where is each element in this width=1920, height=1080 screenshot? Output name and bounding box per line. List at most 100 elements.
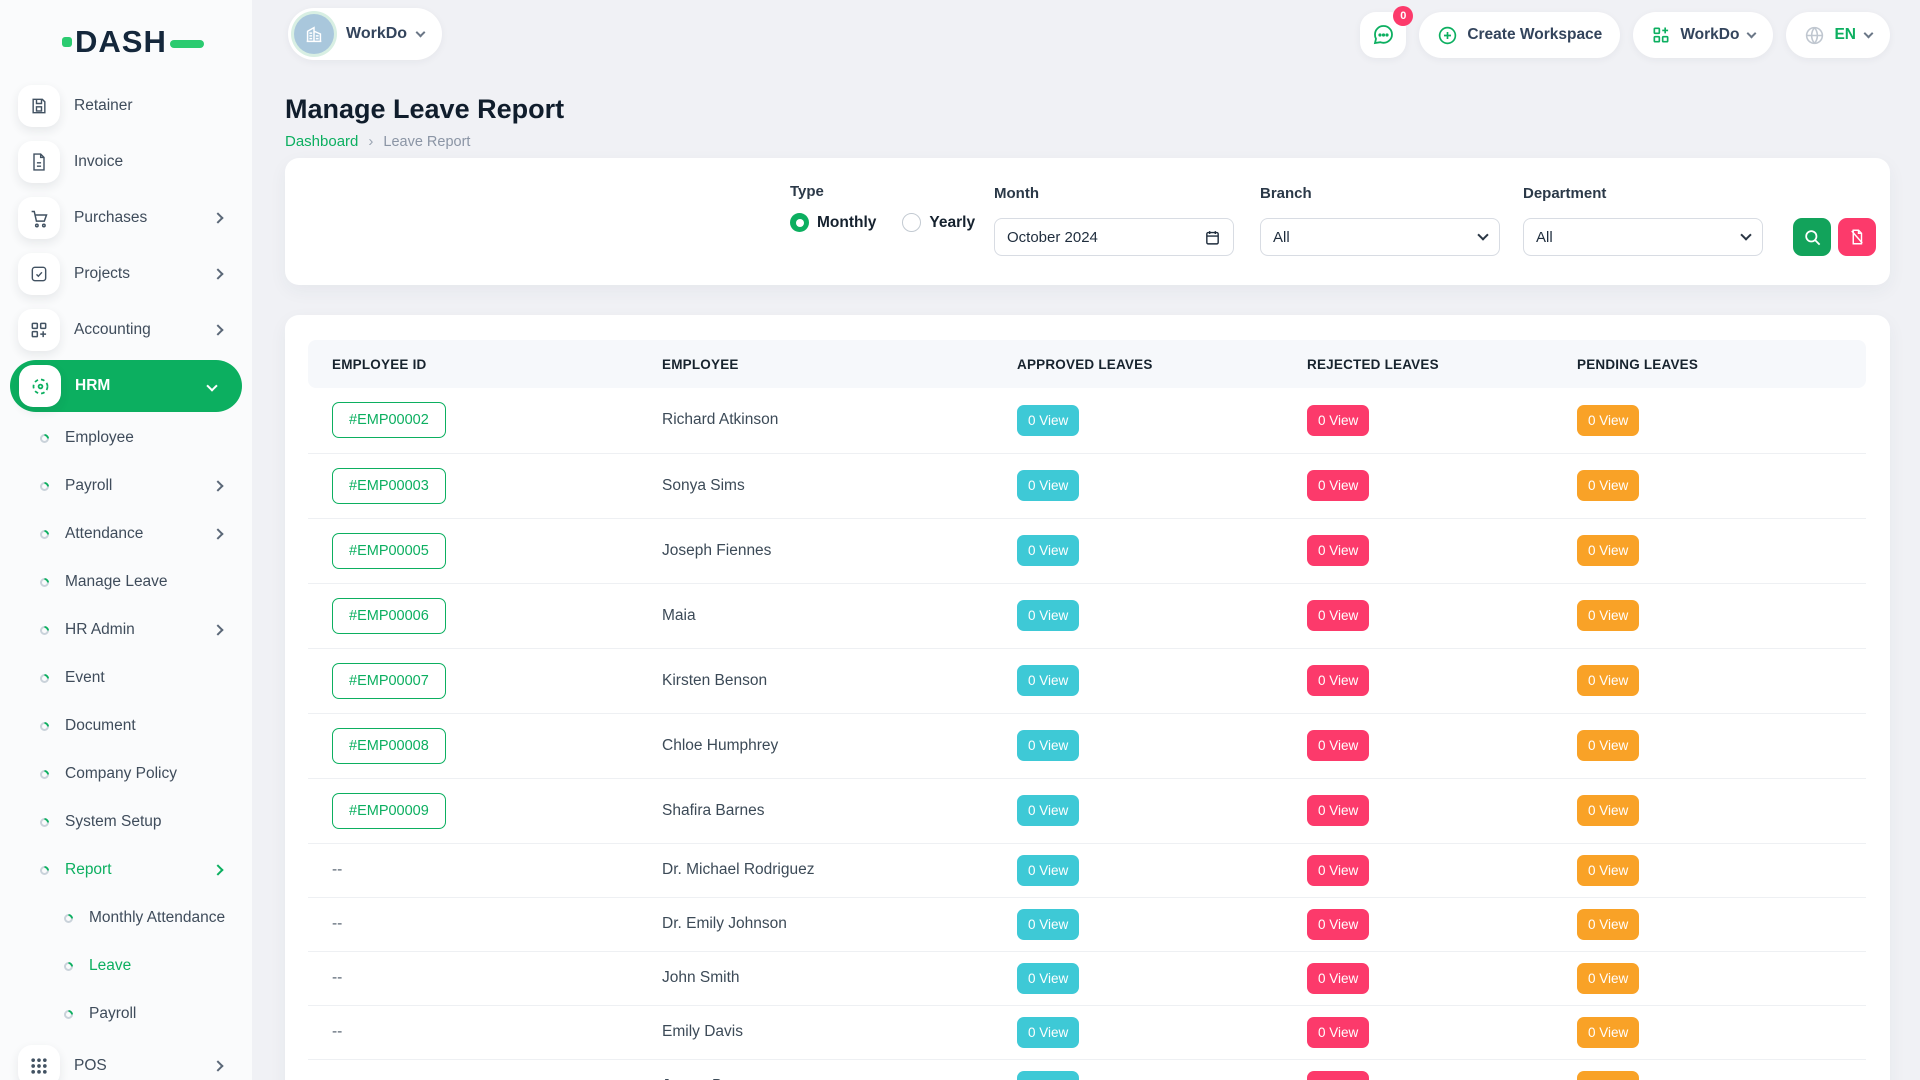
table-row: --Dr. Emily Johnson0 View0 View0 View bbox=[308, 897, 1866, 951]
pending-leaves-view-badge[interactable]: 0 View bbox=[1577, 963, 1639, 994]
table-row: #EMP00008Chloe Humphrey0 View0 View0 Vie… bbox=[308, 713, 1866, 778]
department-select[interactable]: All bbox=[1523, 218, 1763, 256]
employee-id-chip[interactable]: #EMP00005 bbox=[332, 533, 446, 569]
pending-leaves-view-badge[interactable]: 0 View bbox=[1577, 855, 1639, 886]
rejected-leaves-view-badge[interactable]: 0 View bbox=[1307, 909, 1369, 940]
sidebar-item-employee[interactable]: Employee bbox=[0, 414, 252, 462]
sidebar-item-report[interactable]: Report bbox=[0, 846, 252, 894]
pending-leaves-view-badge[interactable]: 0 View bbox=[1577, 909, 1639, 940]
rejected-leaves-view-badge[interactable]: 0 View bbox=[1307, 470, 1369, 501]
workdo-menu-button[interactable]: WorkDo bbox=[1633, 12, 1773, 58]
create-workspace-button[interactable]: Create Workspace bbox=[1419, 12, 1620, 58]
rejected-leaves-view-badge[interactable]: 0 View bbox=[1307, 535, 1369, 566]
approved-leaves-view-badge[interactable]: 0 View bbox=[1017, 1017, 1079, 1048]
sidebar-item-retainer[interactable]: Retainer bbox=[0, 78, 252, 134]
messages-button[interactable]: 0 bbox=[1360, 12, 1406, 58]
employee-id-chip[interactable]: #EMP00003 bbox=[332, 468, 446, 504]
brand-logo[interactable]: DASH bbox=[62, 24, 204, 60]
create-workspace-label: Create Workspace bbox=[1467, 26, 1602, 44]
branch-value: All bbox=[1273, 229, 1290, 246]
sidebar-item-event[interactable]: Event bbox=[0, 654, 252, 702]
employee-id-chip[interactable]: #EMP00002 bbox=[332, 402, 446, 438]
pending-leaves-view-badge[interactable]: 0 View bbox=[1577, 1017, 1639, 1048]
chevron-down-icon bbox=[1740, 229, 1751, 240]
sidebar-item-projects[interactable]: Projects bbox=[0, 246, 252, 302]
sidebar: DASH RetainerInvoice Purchases ProjectsAcc… bbox=[0, 0, 252, 1080]
sidebar-item-hr-admin[interactable]: HR Admin bbox=[0, 606, 252, 654]
sidebar-item-purchases[interactable]: Purchases bbox=[0, 190, 252, 246]
rejected-leaves-view-badge[interactable]: 0 View bbox=[1307, 600, 1369, 631]
monthly-radio[interactable]: Monthly bbox=[790, 213, 876, 232]
workspace-selector[interactable]: WorkDo bbox=[288, 8, 442, 60]
sidebar-item-monthly-attendance[interactable]: Monthly Attendance bbox=[0, 894, 252, 942]
workspace-label: WorkDo bbox=[346, 25, 407, 43]
pending-leaves-view-badge[interactable]: 0 View bbox=[1577, 730, 1639, 761]
approved-leaves-view-badge[interactable]: 0 View bbox=[1017, 730, 1079, 761]
sidebar-item-pos[interactable]: POS bbox=[0, 1038, 252, 1080]
approved-leaves-view-badge[interactable]: 0 View bbox=[1017, 405, 1079, 436]
sidebar-item-label: Document bbox=[65, 717, 136, 735]
approved-leaves-view-badge[interactable]: 0 View bbox=[1017, 855, 1079, 886]
sidebar-item-document[interactable]: Document bbox=[0, 702, 252, 750]
approved-leaves-view-badge[interactable]: 0 View bbox=[1017, 535, 1079, 566]
approved-leaves-view-badge[interactable]: 0 View bbox=[1017, 1071, 1079, 1080]
pending-leaves-view-badge[interactable]: 0 View bbox=[1577, 795, 1639, 826]
rejected-leaves-view-badge[interactable]: 0 View bbox=[1307, 855, 1369, 886]
chevron-down-icon bbox=[206, 380, 217, 391]
sidebar-item-system-setup[interactable]: System Setup bbox=[0, 798, 252, 846]
approved-leaves-view-badge[interactable]: 0 View bbox=[1017, 795, 1079, 826]
search-button[interactable] bbox=[1793, 218, 1831, 256]
approved-leaves-view-badge[interactable]: 0 View bbox=[1017, 963, 1079, 994]
approved-leaves-view-badge[interactable]: 0 View bbox=[1017, 665, 1079, 696]
rejected-leaves-view-badge[interactable]: 0 View bbox=[1307, 963, 1369, 994]
sidebar-item-label: Purchases bbox=[74, 209, 147, 227]
approved-leaves-view-badge[interactable]: 0 View bbox=[1017, 600, 1079, 631]
chevron-down-icon bbox=[1477, 229, 1488, 240]
yearly-radio[interactable]: Yearly bbox=[902, 213, 975, 232]
sidebar-item-label: Payroll bbox=[89, 1005, 136, 1023]
employee-id-chip[interactable]: #EMP00009 bbox=[332, 793, 446, 829]
rejected-leaves-view-badge[interactable]: 0 View bbox=[1307, 1071, 1369, 1080]
rejected-leaves-view-badge[interactable]: 0 View bbox=[1307, 1017, 1369, 1048]
pending-leaves-view-badge[interactable]: 0 View bbox=[1577, 405, 1639, 436]
sidebar-item-accounting[interactable]: Accounting bbox=[0, 302, 252, 358]
sidebar-item-attendance[interactable]: Attendance bbox=[0, 510, 252, 558]
pending-leaves-view-badge[interactable]: 0 View bbox=[1577, 665, 1639, 696]
pending-leaves-view-badge[interactable]: 0 View bbox=[1577, 600, 1639, 631]
rejected-leaves-view-badge[interactable]: 0 View bbox=[1307, 405, 1369, 436]
table-row: #EMP00007Kirsten Benson0 View0 View0 Vie… bbox=[308, 648, 1866, 713]
approved-leaves-view-badge[interactable]: 0 View bbox=[1017, 470, 1079, 501]
pending-leaves-view-badge[interactable]: 0 View bbox=[1577, 470, 1639, 501]
employee-id-chip[interactable]: #EMP00008 bbox=[332, 728, 446, 764]
sidebar-item-manage-leave[interactable]: Manage Leave bbox=[0, 558, 252, 606]
chevron-right-icon bbox=[212, 1060, 223, 1071]
sidebar-item-payroll[interactable]: Payroll bbox=[0, 462, 252, 510]
pending-leaves-view-badge[interactable]: 0 View bbox=[1577, 535, 1639, 566]
logo-dot-icon bbox=[62, 37, 72, 47]
employee-name: John Smith bbox=[638, 951, 993, 1005]
bullet-icon bbox=[62, 912, 75, 925]
sidebar-item-hrm[interactable]: HRM bbox=[10, 360, 242, 412]
employee-id-chip[interactable]: #EMP00006 bbox=[332, 598, 446, 634]
sidebar-item-invoice[interactable]: Invoice bbox=[0, 134, 252, 190]
sidebar-item-company-policy[interactable]: Company Policy bbox=[0, 750, 252, 798]
branch-select[interactable]: All bbox=[1260, 218, 1500, 256]
rejected-leaves-view-badge[interactable]: 0 View bbox=[1307, 730, 1369, 761]
month-input[interactable]: October 2024 bbox=[994, 218, 1234, 256]
rejected-leaves-view-badge[interactable]: 0 View bbox=[1307, 665, 1369, 696]
pending-leaves-view-badge[interactable]: 0 View bbox=[1577, 1071, 1639, 1080]
chat-icon bbox=[1371, 23, 1395, 47]
sidebar-item-payroll[interactable]: Payroll bbox=[0, 990, 252, 1038]
language-selector[interactable]: EN bbox=[1786, 12, 1890, 58]
bullet-icon bbox=[38, 816, 51, 829]
table-body: #EMP00002Richard Atkinson0 View0 View0 V… bbox=[308, 388, 1866, 1080]
employee-name: Maia bbox=[638, 583, 993, 648]
employee-id-chip[interactable]: #EMP00007 bbox=[332, 663, 446, 699]
employee-id-empty: -- bbox=[332, 861, 342, 878]
rejected-leaves-view-badge[interactable]: 0 View bbox=[1307, 795, 1369, 826]
sidebar-item-label: Company Policy bbox=[65, 765, 177, 783]
reset-filter-button[interactable] bbox=[1838, 218, 1876, 256]
breadcrumb-dashboard-link[interactable]: Dashboard bbox=[285, 133, 358, 150]
sidebar-item-leave[interactable]: Leave bbox=[0, 942, 252, 990]
approved-leaves-view-badge[interactable]: 0 View bbox=[1017, 909, 1079, 940]
